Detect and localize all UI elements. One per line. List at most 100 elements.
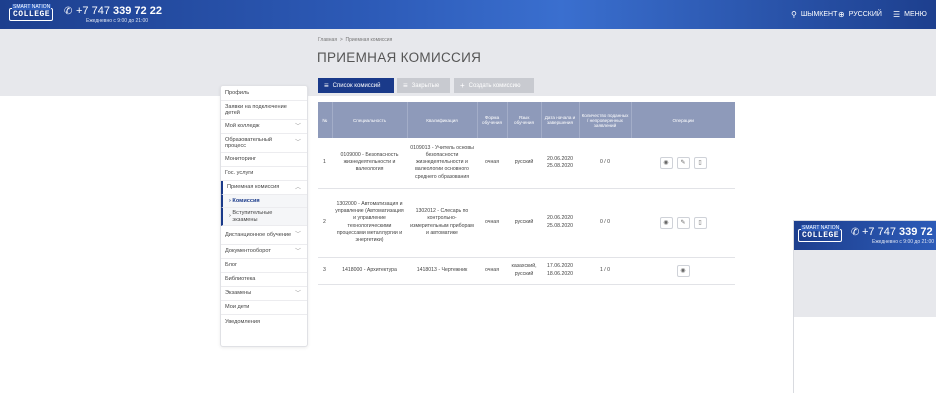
college-logo[interactable]: SMART NATION COLLEGE: [9, 4, 53, 21]
menu-icon: ☰: [893, 10, 901, 19]
sidebar-item-exams[interactable]: Экзамены ﹀: [221, 287, 307, 301]
plus-icon: +: [460, 81, 465, 90]
end-date: 25.08.2020: [547, 162, 573, 169]
sidebar-item-label: Профиль: [225, 89, 250, 96]
chevron-down-icon: ﹀: [294, 248, 301, 255]
trash-icon[interactable]: ▯: [693, 156, 707, 169]
breadcrumb-home[interactable]: Главная: [318, 37, 337, 43]
sidebar-item-notifications[interactable]: Уведомления: [221, 315, 307, 329]
start-date: 20.06.2020: [547, 155, 573, 162]
create-commission-button[interactable]: + Создать комиссию: [454, 78, 534, 93]
sidebar-item-admissions[interactable]: Приемная комиссия ︿: [221, 181, 307, 195]
breadcrumb: Главная > Приемная комиссия: [318, 37, 392, 43]
sidebar-item-monitoring[interactable]: Мониторинг: [221, 153, 307, 167]
sidebar-item-label: Приемная комиссия: [227, 184, 280, 191]
sidebar-item-label: Блог: [225, 262, 238, 269]
sidebar-item-blog[interactable]: Блог: [221, 259, 307, 273]
chevron-down-icon: ﹀: [294, 139, 301, 146]
phone-prefix: +7 747: [76, 5, 114, 17]
cell-qualification: 1418013 - Чертежник: [407, 257, 477, 285]
column-header: Количество поданных / непроверенных заяв…: [579, 102, 632, 138]
phone-number: +7 747 339 72 22: [862, 226, 936, 238]
sidebar-item-my-children[interactable]: Мои дети: [221, 301, 307, 315]
cell-language: русский: [507, 138, 541, 189]
sidebar-item-label: Уведомления: [225, 318, 260, 325]
sidebar-item-label: Комиссия: [232, 197, 260, 204]
preview-band: [794, 250, 936, 317]
closed-label: Закрытые: [411, 82, 440, 89]
start-date: 17.06.2020: [547, 263, 573, 270]
trash-icon[interactable]: ▯: [693, 216, 707, 229]
start-date: 20.06.2020: [547, 215, 573, 222]
column-header: Форма обучения: [477, 102, 508, 138]
cell-count: 0 / 0: [579, 138, 631, 189]
sidebar-item-educational-process[interactable]: Образовательный процесс ﹀: [221, 134, 307, 153]
language-selector[interactable]: ⊕ РУССКИЙ: [838, 10, 882, 19]
preview-panel: SMART NATION COLLEGE ✆ +7 747 339 72 22 …: [793, 220, 936, 393]
create-commission-label: Создать комиссию: [468, 82, 521, 89]
sidebar-menu: Профиль Заявки на подключение детей Мой …: [220, 85, 308, 347]
logo-text: COLLEGE: [13, 10, 51, 19]
chevron-down-icon: ﹀: [294, 123, 301, 130]
logo-text: COLLEGE: [802, 231, 840, 240]
cell-operations: ◉ ✎ ▯: [631, 138, 735, 189]
phone-main: 339 72 22: [113, 5, 162, 17]
eye-icon[interactable]: ◉: [659, 156, 673, 169]
sidebar-item-distance-learning[interactable]: Дистанционное обучение ﹀: [221, 226, 307, 245]
commission-list-button[interactable]: ≡ Список комиссий: [318, 78, 394, 93]
cell-qualification: 0109013 - Учитель основы безопасности жи…: [407, 138, 477, 189]
phone-prefix: +7 747: [862, 226, 900, 238]
sidebar-item-label: Экзамены: [225, 290, 252, 297]
closed-button[interactable]: ≡ Закрытые: [397, 78, 450, 93]
sidebar-item-gov-services[interactable]: Гос. услуги: [221, 167, 307, 181]
phone-number[interactable]: +7 747 339 72 22: [76, 5, 162, 17]
sidebar-item-label: Вступительные экзамены: [232, 210, 273, 223]
column-header: Квалификация: [407, 102, 478, 138]
phone-icon: ✆: [851, 227, 860, 238]
college-logo: SMART NATION COLLEGE: [798, 225, 842, 242]
location-icon: ⚲: [791, 10, 797, 19]
cell-language: русский: [507, 188, 541, 258]
pencil-icon[interactable]: ✎: [676, 216, 690, 229]
column-header: Язык обучения: [507, 102, 542, 138]
eye-icon[interactable]: ◉: [659, 216, 673, 229]
breadcrumb-current: Приемная комиссия: [345, 37, 393, 43]
cell-dates: 20.06.2020 25.08.2020: [541, 188, 579, 258]
cell-number: 1: [318, 138, 332, 189]
sidebar-item-library[interactable]: Библиотека: [221, 273, 307, 287]
cell-specialty: 1418000 - Архитектура: [332, 257, 407, 285]
sidebar-item-label: Мониторинг: [225, 156, 257, 163]
sidebar-item-label: Документооборот: [225, 248, 271, 255]
end-date: 18.06.2020: [547, 270, 573, 277]
list-icon: ≡: [403, 81, 408, 90]
commission-list-label: Список комиссий: [332, 82, 381, 89]
sidebar-item-my-college[interactable]: Мой колледж ﹀: [221, 120, 307, 134]
sidebar-item-label: Образовательный процесс: [225, 136, 273, 150]
globe-icon: ⊕: [838, 10, 845, 19]
city-selector[interactable]: ⚲ ШЫМКЕНТ: [791, 10, 837, 19]
column-header: №: [318, 102, 333, 138]
city-label: ШЫМКЕНТ: [800, 11, 838, 18]
sidebar-item-label: Библиотека: [225, 276, 256, 283]
sidebar-item-profile[interactable]: Профиль: [221, 86, 307, 101]
sidebar-item-child-requests[interactable]: Заявки на подключение детей: [221, 101, 307, 120]
sidebar-item-document-flow[interactable]: Документооборот ﹀: [221, 245, 307, 259]
chevron-down-icon: ﹀: [294, 290, 301, 297]
sidebar-subitem-entrance-exams[interactable]: › Вступительные экзамены: [221, 208, 307, 226]
sidebar-item-label: Заявки на подключение детей: [225, 103, 287, 117]
table-header-row: № Специальность Квалификация Форма обуче…: [318, 102, 735, 138]
sidebar-item-label: Гос. услуги: [225, 170, 254, 177]
table-row: 1 0109000 - Безопасность жизнедеятельнос…: [318, 138, 735, 189]
cell-form: очная: [477, 188, 507, 258]
page-title: ПРИЕМНАЯ КОМИССИЯ: [317, 50, 482, 65]
phone-icon: ✆: [64, 6, 73, 17]
menu-button[interactable]: ☰ МЕНЮ: [893, 10, 927, 19]
pencil-icon[interactable]: ✎: [676, 156, 690, 169]
eye-icon[interactable]: ◉: [676, 264, 690, 277]
sidebar-subitem-commission[interactable]: › Комиссия: [221, 195, 307, 208]
sidebar-item-label: Мои дети: [225, 304, 250, 311]
cell-dates: 17.06.2020 18.06.2020: [541, 257, 579, 285]
cell-language: казахский, русский: [507, 257, 541, 285]
chevron-up-icon: ︿: [294, 184, 301, 191]
breadcrumb-separator: >: [339, 37, 343, 43]
